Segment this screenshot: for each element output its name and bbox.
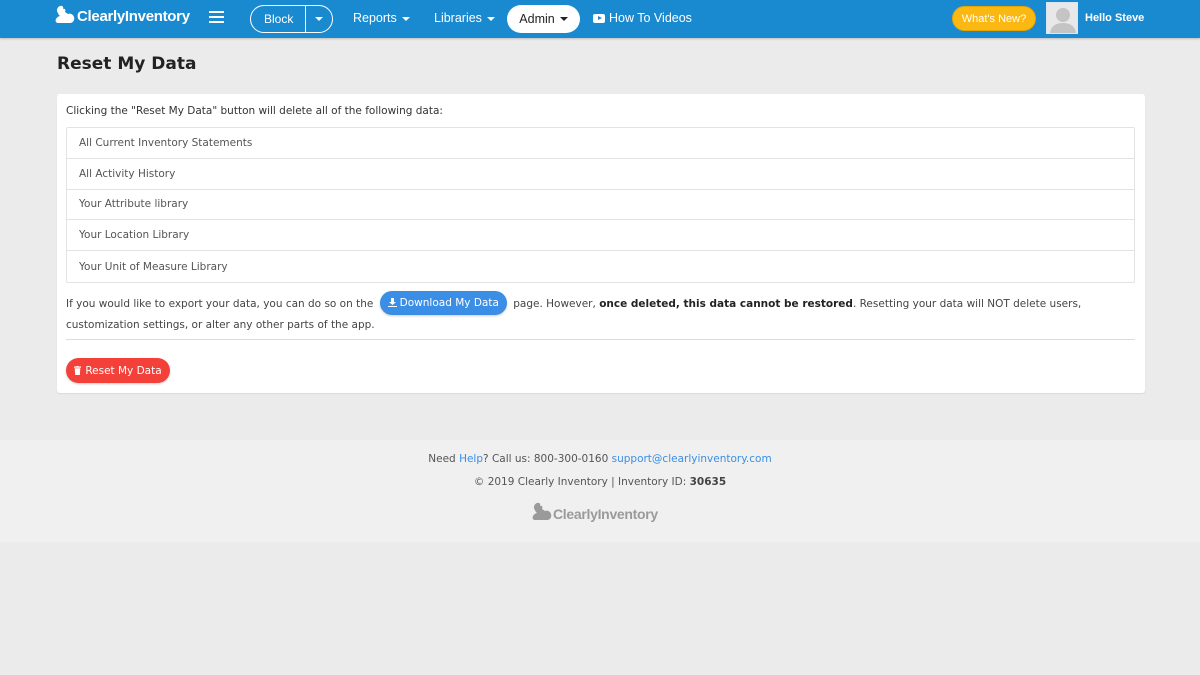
list-item: Your Unit of Measure Library — [79, 260, 228, 273]
reset-my-data-button[interactable]: Reset My Data — [66, 358, 170, 383]
nav-how-to-videos[interactable]: How To Videos — [593, 11, 692, 25]
divider — [66, 339, 1135, 340]
list-item: Your Location Library — [67, 220, 1134, 252]
intro-text: Clicking the "Reset My Data" button will… — [66, 105, 443, 117]
squirrel-icon — [532, 502, 552, 520]
export-notice: If you would like to export your data, y… — [66, 291, 1136, 335]
nav-libraries[interactable]: Libraries — [434, 11, 495, 25]
chevron-down-icon — [559, 17, 568, 21]
help-link[interactable]: Help — [459, 453, 483, 465]
logo-text: ClearlyInventory — [77, 8, 190, 25]
list-item: Your Attribute library — [67, 190, 1134, 221]
block-button[interactable]: Block — [251, 6, 307, 32]
nav-reports[interactable]: Reports — [353, 11, 410, 25]
inventory-id: 30635 — [689, 476, 727, 488]
chevron-down-icon — [401, 16, 410, 21]
data-list: All Current Inventory Statements All Act… — [66, 127, 1135, 283]
chevron-down-icon — [315, 17, 324, 21]
support-email-link[interactable]: support@clearlyinventory.com — [612, 453, 772, 465]
user-greeting[interactable]: Hello Steve — [1085, 12, 1144, 24]
footer-contact: Need Help? Call us: 800-300-0160 support… — [428, 453, 772, 465]
chevron-down-icon — [486, 16, 495, 21]
footer-logo: ClearlyInventory — [531, 502, 658, 522]
list-item: All Activity History — [67, 159, 1134, 190]
reset-panel: Clicking the "Reset My Data" button will… — [57, 94, 1145, 393]
trash-icon — [74, 366, 82, 375]
avatar[interactable] — [1046, 2, 1078, 34]
block-split-button: Block — [250, 5, 334, 33]
warning-text: once deleted, this data cannot be restor… — [599, 298, 853, 310]
whats-new-button[interactable]: What's New? — [952, 6, 1036, 31]
youtube-icon — [593, 14, 605, 23]
footer-copyright: © 2019 Clearly Inventory | Inventory ID:… — [473, 476, 727, 488]
brand-logo[interactable]: ClearlyInventory — [54, 5, 190, 25]
footer: Need Help? Call us: 800-300-0160 support… — [0, 440, 1200, 542]
menu-icon[interactable] — [209, 11, 224, 25]
nav-admin[interactable]: Admin — [507, 5, 580, 33]
user-silhouette-icon — [1047, 3, 1077, 33]
list-item: All Current Inventory Statements — [67, 128, 1134, 159]
download-my-data-button[interactable]: Download My Data — [379, 291, 507, 315]
download-icon — [387, 298, 397, 307]
top-navbar: ClearlyInventory Block Reports Libraries… — [0, 0, 1200, 38]
block-dropdown-toggle[interactable] — [306, 6, 332, 32]
page-title: Reset My Data — [57, 54, 197, 74]
squirrel-icon — [55, 5, 75, 24]
